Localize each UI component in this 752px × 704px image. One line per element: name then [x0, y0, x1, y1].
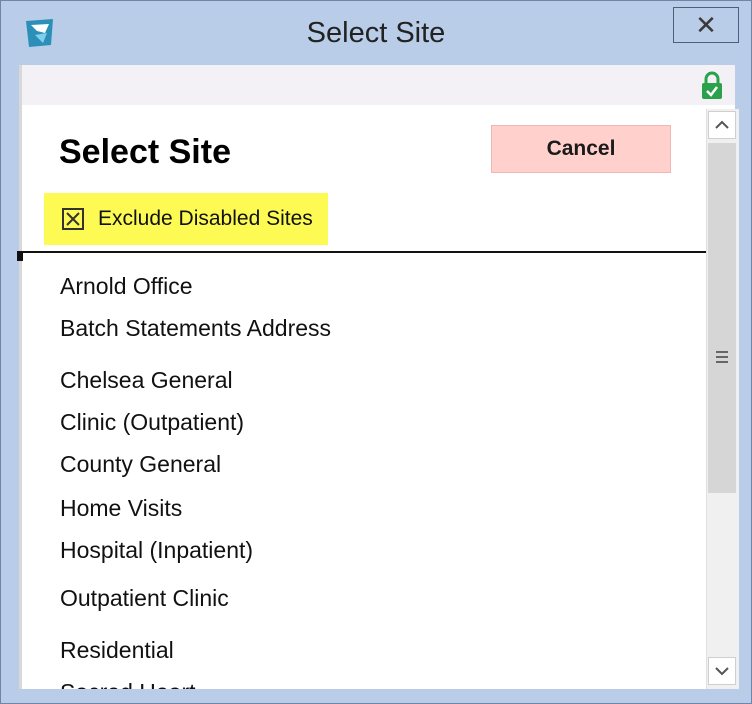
scroll-down-button[interactable] [708, 657, 736, 685]
vertical-scrollbar[interactable] [706, 109, 739, 689]
site-list: Arnold Office Batch Statements Address C… [22, 253, 706, 689]
chevron-up-icon [715, 120, 729, 129]
site-item[interactable]: Batch Statements Address [60, 315, 331, 342]
close-icon: ✕ [695, 9, 717, 40]
site-item[interactable]: Hospital (Inpatient) [60, 537, 253, 564]
site-item[interactable]: County General [60, 451, 221, 478]
page-title: Select Site [59, 133, 231, 171]
scroll-up-button[interactable] [708, 111, 736, 139]
checkbox-icon[interactable] [62, 208, 84, 230]
dialog-body: Select Site Cancel Exclude Disabled Site… [17, 65, 739, 689]
exclude-disabled-toggle[interactable]: Exclude Disabled Sites [44, 193, 328, 245]
cancel-button[interactable]: Cancel [491, 125, 671, 173]
grip-icon [716, 351, 728, 363]
lock-icon [702, 71, 722, 99]
site-item[interactable]: Clinic (Outpatient) [60, 409, 244, 436]
site-item[interactable]: Sacred Heart [60, 679, 196, 689]
status-strip [22, 65, 735, 105]
exclude-disabled-label: Exclude Disabled Sites [98, 207, 313, 230]
close-button[interactable]: ✕ [673, 7, 739, 43]
site-item[interactable]: Residential [60, 637, 174, 664]
scroll-thumb[interactable] [708, 143, 736, 493]
title-bar: Select Site ✕ [1, 1, 751, 65]
window-title: Select Site [306, 17, 446, 49]
site-item[interactable]: Home Visits [60, 495, 182, 522]
site-item[interactable]: Arnold Office [60, 273, 193, 300]
chevron-down-icon [715, 667, 729, 676]
dialog-window: Select Site ✕ Select Site Cancel Exclude… [0, 0, 752, 704]
site-item[interactable]: Outpatient Clinic [60, 585, 229, 612]
site-item[interactable]: Chelsea General [60, 367, 233, 394]
